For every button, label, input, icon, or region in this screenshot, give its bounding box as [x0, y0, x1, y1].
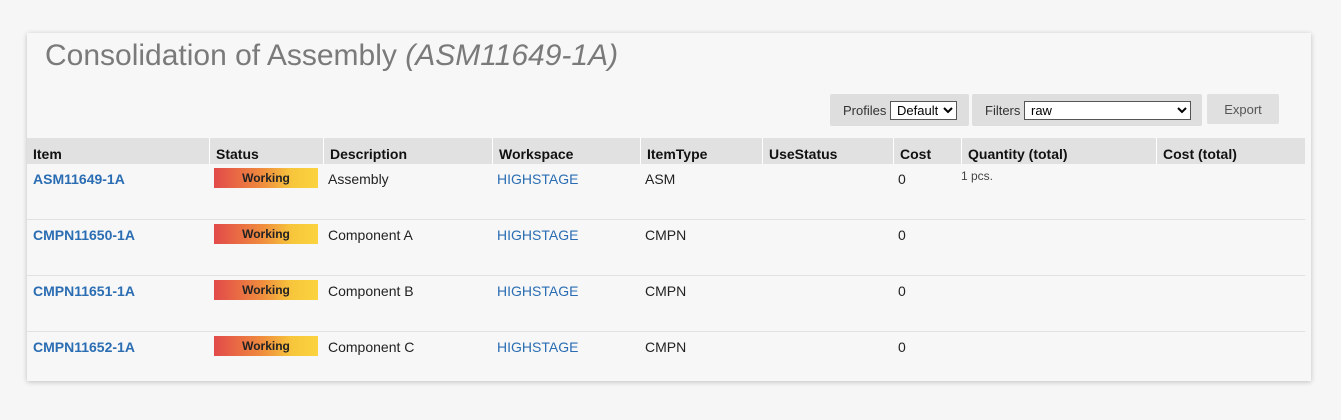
description-text: Component B	[328, 283, 414, 299]
export-button[interactable]: Export	[1207, 94, 1279, 124]
workspace-link[interactable]: HIGHSTAGE	[497, 283, 578, 299]
status-badge: Working	[214, 336, 318, 356]
table-row: ASM11649-1A Working Assembly HIGHSTAGE A…	[27, 164, 1305, 220]
itemtype-text: ASM	[645, 171, 676, 187]
status-badge: Working	[214, 168, 318, 188]
filters-label: Filters	[985, 103, 1021, 118]
cost-text: 0	[898, 227, 906, 243]
page-title-main: Consolidation of Assembly	[45, 39, 397, 72]
profiles-label: Profiles	[843, 103, 887, 118]
col-header-usestatus[interactable]: UseStatus	[762, 138, 893, 164]
itemtype-text: CMPN	[645, 339, 687, 355]
profiles-select[interactable]: Default	[890, 101, 957, 120]
table-row: CMPN11650-1A Working Component A HIGHSTA…	[27, 220, 1305, 276]
consolidation-panel: Consolidation of Assembly (ASM11649-1A) …	[27, 33, 1311, 381]
filters-group: Filters raw	[972, 94, 1202, 126]
consolidation-table: Item Status Description Workspace ItemTy…	[27, 138, 1305, 387]
table-row: CMPN11652-1A Working Component C HIGHSTA…	[27, 332, 1305, 387]
item-link[interactable]: CMPN11651-1A	[33, 283, 135, 299]
status-badge: Working	[214, 224, 318, 244]
item-link[interactable]: CMPN11650-1A	[33, 227, 135, 243]
col-header-status[interactable]: Status	[209, 138, 323, 164]
description-text: Assembly	[328, 171, 389, 187]
description-text: Component A	[328, 227, 413, 243]
cost-text: 0	[898, 171, 906, 187]
workspace-link[interactable]: HIGHSTAGE	[497, 227, 578, 243]
col-header-item[interactable]: Item	[27, 138, 209, 164]
description-text: Component C	[328, 339, 415, 355]
itemtype-text: CMPN	[645, 227, 687, 243]
table-row: CMPN11651-1A Working Component B HIGHSTA…	[27, 276, 1305, 332]
col-header-quantity-total[interactable]: Quantity (total)	[961, 138, 1156, 164]
profiles-group: Profiles Default	[830, 94, 969, 126]
col-header-workspace[interactable]: Workspace	[492, 138, 640, 164]
cost-text: 0	[898, 283, 906, 299]
quantity-total-text: 1 pcs.	[961, 169, 994, 183]
itemtype-text: CMPN	[645, 283, 687, 299]
col-header-description[interactable]: Description	[323, 138, 492, 164]
item-link[interactable]: CMPN11652-1A	[33, 339, 135, 355]
page-title-code: (ASM11649-1A)	[405, 39, 619, 72]
page-title: Consolidation of Assembly (ASM11649-1A)	[45, 39, 618, 73]
item-link[interactable]: ASM11649-1A	[33, 171, 125, 187]
col-header-cost[interactable]: Cost	[893, 138, 961, 164]
workspace-link[interactable]: HIGHSTAGE	[497, 339, 578, 355]
col-header-itemtype[interactable]: ItemType	[640, 138, 762, 164]
col-header-cost-total[interactable]: Cost (total)	[1156, 138, 1305, 164]
cost-text: 0	[898, 339, 906, 355]
status-badge: Working	[214, 280, 318, 300]
filters-select[interactable]: raw	[1024, 101, 1191, 120]
table-header: Item Status Description Workspace ItemTy…	[27, 138, 1305, 164]
workspace-link[interactable]: HIGHSTAGE	[497, 171, 578, 187]
